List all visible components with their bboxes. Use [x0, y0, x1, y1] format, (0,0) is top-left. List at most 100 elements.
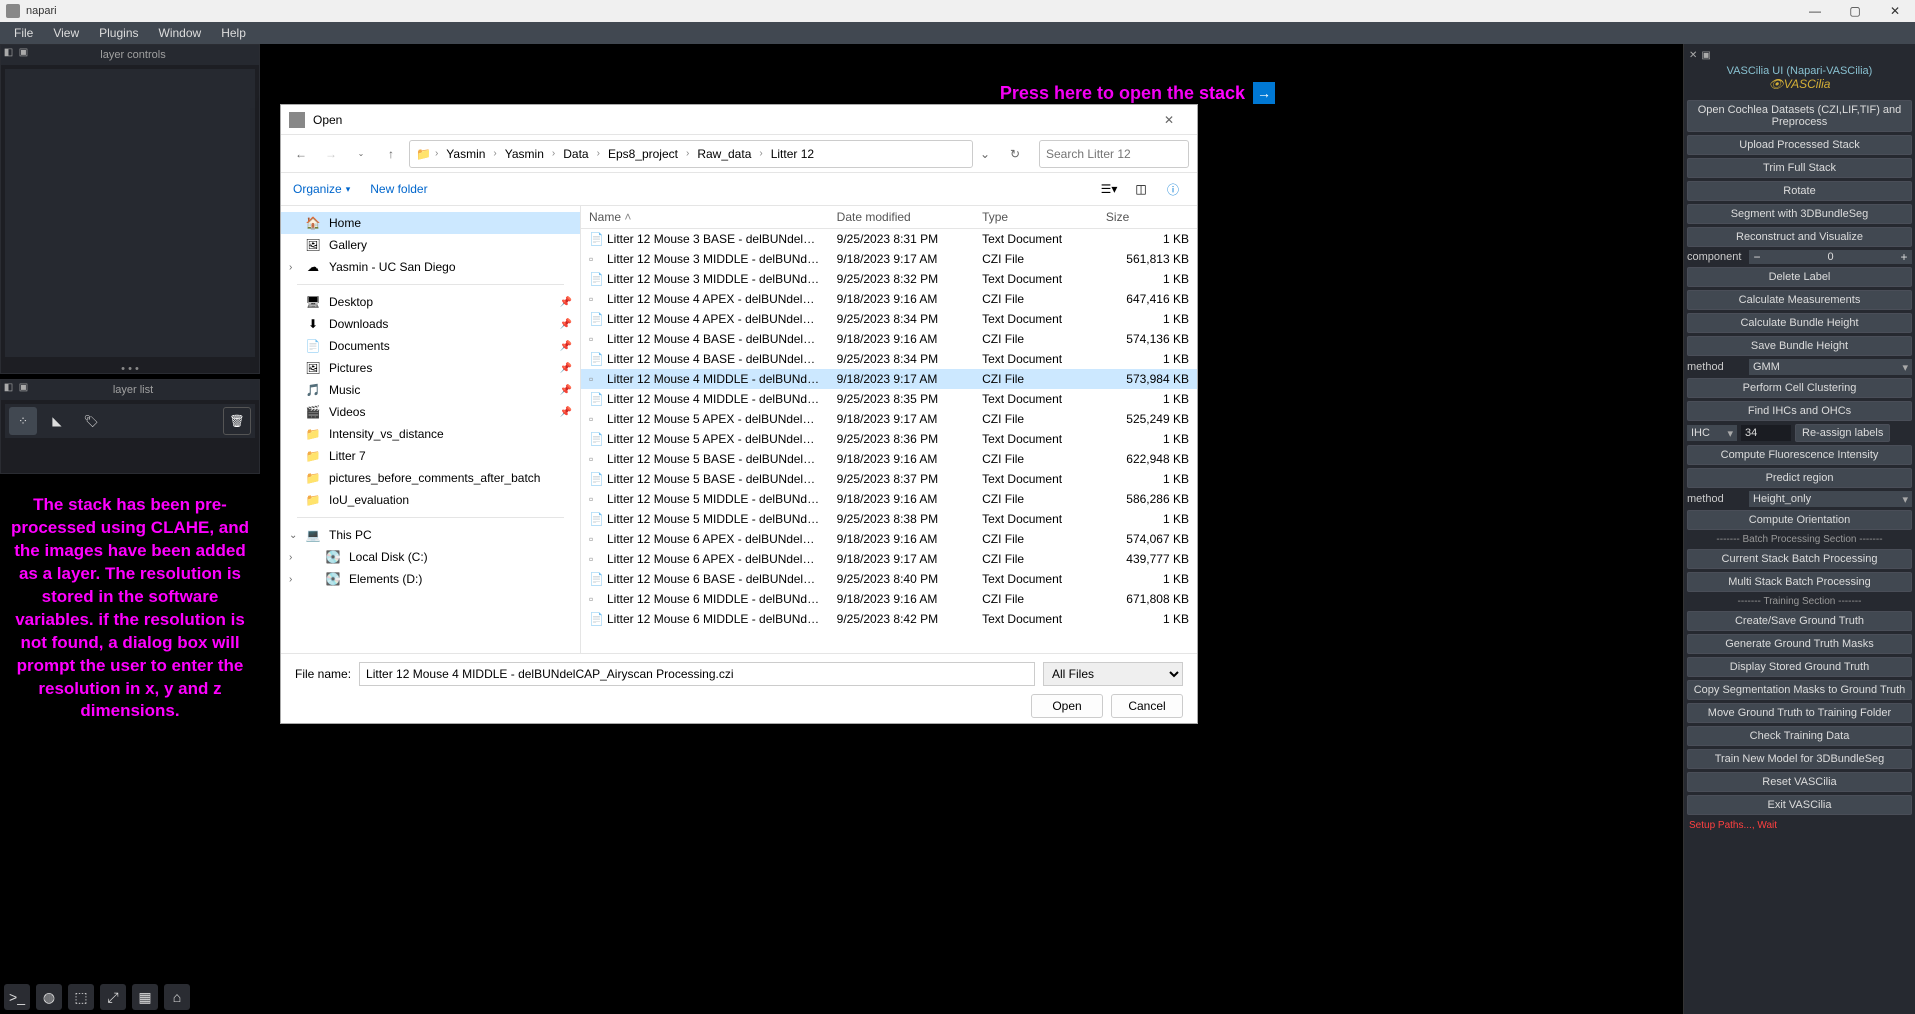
pin-icon[interactable]: 📌: [560, 297, 572, 308]
train-button[interactable]: Reset VASCilia: [1687, 772, 1912, 792]
sidebar-item[interactable]: 📁IoU_evaluation: [281, 489, 580, 511]
train-button[interactable]: Check Training Data: [1687, 726, 1912, 746]
decrement-icon[interactable]: −: [1749, 250, 1765, 264]
pin-icon[interactable]: 📌: [560, 341, 572, 352]
menu-help[interactable]: Help: [211, 26, 256, 40]
vascilia-action-button[interactable]: Reconstruct and Visualize: [1687, 227, 1912, 247]
delete-label-button[interactable]: Delete Label: [1687, 267, 1912, 287]
sidebar-item[interactable]: ⌄💻This PC: [281, 524, 580, 546]
sidebar-item[interactable]: ›💽Local Disk (C:): [281, 546, 580, 568]
method-select-height[interactable]: Height_only: [1749, 491, 1912, 507]
console-icon[interactable]: >_: [4, 984, 30, 1010]
sidebar-item[interactable]: 🖼Pictures📌: [281, 357, 580, 379]
sidebar-item[interactable]: 📁Litter 7: [281, 445, 580, 467]
panel-float-icon[interactable]: ▣: [1701, 50, 1710, 61]
dialog-close-icon[interactable]: ✕: [1149, 106, 1189, 134]
breadcrumb-item[interactable]: Data: [559, 145, 592, 163]
pin-icon[interactable]: 📌: [560, 363, 572, 374]
sidebar-item[interactable]: ›💽Elements (D:): [281, 568, 580, 590]
new-folder-button[interactable]: New folder: [370, 182, 427, 196]
sidebar-item[interactable]: 🎬Videos📌: [281, 401, 580, 423]
file-row[interactable]: ▫Litter 12 Mouse 4 BASE - delBUNdelCAP_.…: [581, 329, 1197, 349]
file-row[interactable]: ▫Litter 12 Mouse 5 APEX - delBUNdelCAP_.…: [581, 409, 1197, 429]
filename-input[interactable]: [359, 662, 1035, 686]
view-mode-icon[interactable]: ☰▾: [1097, 177, 1121, 201]
file-row[interactable]: 📄Litter 12 Mouse 3 BASE - delBUNdelCAP_.…: [581, 229, 1197, 250]
component-spinner[interactable]: − 0 +: [1749, 250, 1912, 264]
train-button[interactable]: Generate Ground Truth Masks: [1687, 634, 1912, 654]
sidebar-item[interactable]: 🖼Gallery: [281, 234, 580, 256]
calc-bundle-height-button[interactable]: Calculate Bundle Height: [1687, 313, 1912, 333]
vascilia-action-button[interactable]: Open Cochlea Datasets (CZI,LIF,TIF) and …: [1687, 100, 1912, 132]
file-row[interactable]: 📄Litter 12 Mouse 6 MIDDLE - delBUNdelC..…: [581, 609, 1197, 629]
batch-button[interactable]: Current Stack Batch Processing: [1687, 549, 1912, 569]
file-row[interactable]: 📄Litter 12 Mouse 3 MIDDLE - delBUNdelC..…: [581, 269, 1197, 289]
save-bundle-height-button[interactable]: Save Bundle Height: [1687, 336, 1912, 356]
breadcrumb-item[interactable]: Yasmin: [442, 145, 489, 163]
roll-icon[interactable]: ⬚: [68, 984, 94, 1010]
maximize-button[interactable]: ▢: [1835, 0, 1875, 22]
sidebar-item[interactable]: 📁Intensity_vs_distance: [281, 423, 580, 445]
breadcrumb-item[interactable]: Yasmin: [501, 145, 548, 163]
refresh-icon[interactable]: ↻: [1003, 142, 1027, 166]
menu-file[interactable]: File: [4, 26, 43, 40]
compute-fluorescence-button[interactable]: Compute Fluorescence Intensity: [1687, 445, 1912, 465]
ihc-select[interactable]: IHC: [1687, 425, 1737, 441]
vascilia-action-button[interactable]: Upload Processed Stack: [1687, 135, 1912, 155]
expander-icon[interactable]: ⌄: [289, 530, 297, 541]
breadcrumb-item[interactable]: Raw_data: [693, 145, 755, 163]
vascilia-action-button[interactable]: Rotate: [1687, 181, 1912, 201]
file-row[interactable]: ▫Litter 12 Mouse 5 MIDDLE - delBUNdelC..…: [581, 489, 1197, 509]
nav-back-icon[interactable]: ←: [289, 142, 313, 166]
expander-icon[interactable]: ›: [289, 552, 292, 563]
cancel-button[interactable]: Cancel: [1111, 694, 1183, 718]
nav-up-icon[interactable]: ↑: [379, 142, 403, 166]
file-row[interactable]: ▫Litter 12 Mouse 5 BASE - delBUNdelCAP_.…: [581, 449, 1197, 469]
file-row[interactable]: 📄Litter 12 Mouse 6 BASE - delBUNdelCAP_.…: [581, 569, 1197, 589]
find-ihcs-button[interactable]: Find IHCs and OHCs: [1687, 401, 1912, 421]
file-row[interactable]: ▫Litter 12 Mouse 4 APEX - delBUNdelCAP_.…: [581, 289, 1197, 309]
column-header[interactable]: Type: [974, 206, 1098, 229]
menu-view[interactable]: View: [43, 26, 89, 40]
search-input[interactable]: [1039, 140, 1189, 168]
train-button[interactable]: Create/Save Ground Truth: [1687, 611, 1912, 631]
sidebar-item[interactable]: 🖥Desktop📌: [281, 291, 580, 313]
batch-button[interactable]: Multi Stack Batch Processing: [1687, 572, 1912, 592]
file-row[interactable]: 📄Litter 12 Mouse 4 BASE - delBUNdelCAP_.…: [581, 349, 1197, 369]
vascilia-action-button[interactable]: Segment with 3DBundleSeg: [1687, 204, 1912, 224]
file-row[interactable]: ▫Litter 12 Mouse 3 MIDDLE - delBUNdelC..…: [581, 249, 1197, 269]
train-button[interactable]: Exit VASCilia: [1687, 795, 1912, 815]
expander-icon[interactable]: ›: [289, 262, 292, 273]
increment-icon[interactable]: +: [1896, 250, 1912, 264]
file-row[interactable]: ▫Litter 12 Mouse 4 MIDDLE - delBUNdelC..…: [581, 369, 1197, 389]
organize-menu[interactable]: Organize ▾: [293, 182, 350, 196]
nav-forward-icon[interactable]: →: [319, 142, 343, 166]
breadcrumb-item[interactable]: Eps8_project: [604, 145, 682, 163]
perform-clustering-button[interactable]: Perform Cell Clustering: [1687, 378, 1912, 398]
file-list[interactable]: NameDate modifiedTypeSize 📄Litter 12 Mou…: [581, 206, 1197, 653]
help-icon[interactable]: ⓘ: [1161, 177, 1185, 201]
column-header[interactable]: Size: [1098, 206, 1197, 229]
reassign-labels-button[interactable]: Re-assign labels: [1795, 424, 1890, 442]
home-icon[interactable]: ⌂: [164, 984, 190, 1010]
train-button[interactable]: Display Stored Ground Truth: [1687, 657, 1912, 677]
pin-icon[interactable]: 📌: [560, 319, 572, 330]
panel-float-icon[interactable]: ◧: [3, 382, 14, 393]
calc-measurements-button[interactable]: Calculate Measurements: [1687, 290, 1912, 310]
pin-icon[interactable]: 📌: [560, 407, 572, 418]
sidebar-item[interactable]: 📁pictures_before_comments_after_batch: [281, 467, 580, 489]
panel-resize-dots[interactable]: • • •: [1, 361, 259, 377]
shapes-tool-icon[interactable]: ◣: [43, 407, 71, 435]
file-row[interactable]: 📄Litter 12 Mouse 5 BASE - delBUNdelCAP_.…: [581, 469, 1197, 489]
menu-window[interactable]: Window: [149, 26, 212, 40]
method-select-gmm[interactable]: GMM: [1749, 359, 1912, 375]
open-button[interactable]: Open: [1031, 694, 1103, 718]
labels-tool-icon[interactable]: 🏷: [77, 407, 105, 435]
file-row[interactable]: ▫Litter 12 Mouse 6 MIDDLE - delBUNdelC..…: [581, 589, 1197, 609]
sidebar-item[interactable]: ›☁Yasmin - UC San Diego: [281, 256, 580, 278]
panel-close-icon[interactable]: ▣: [18, 382, 29, 393]
train-button[interactable]: Copy Segmentation Masks to Ground Truth: [1687, 680, 1912, 700]
train-button[interactable]: Train New Model for 3DBundleSeg: [1687, 749, 1912, 769]
file-type-select[interactable]: All Files: [1043, 662, 1183, 686]
delete-layer-icon[interactable]: 🗑: [223, 407, 251, 435]
